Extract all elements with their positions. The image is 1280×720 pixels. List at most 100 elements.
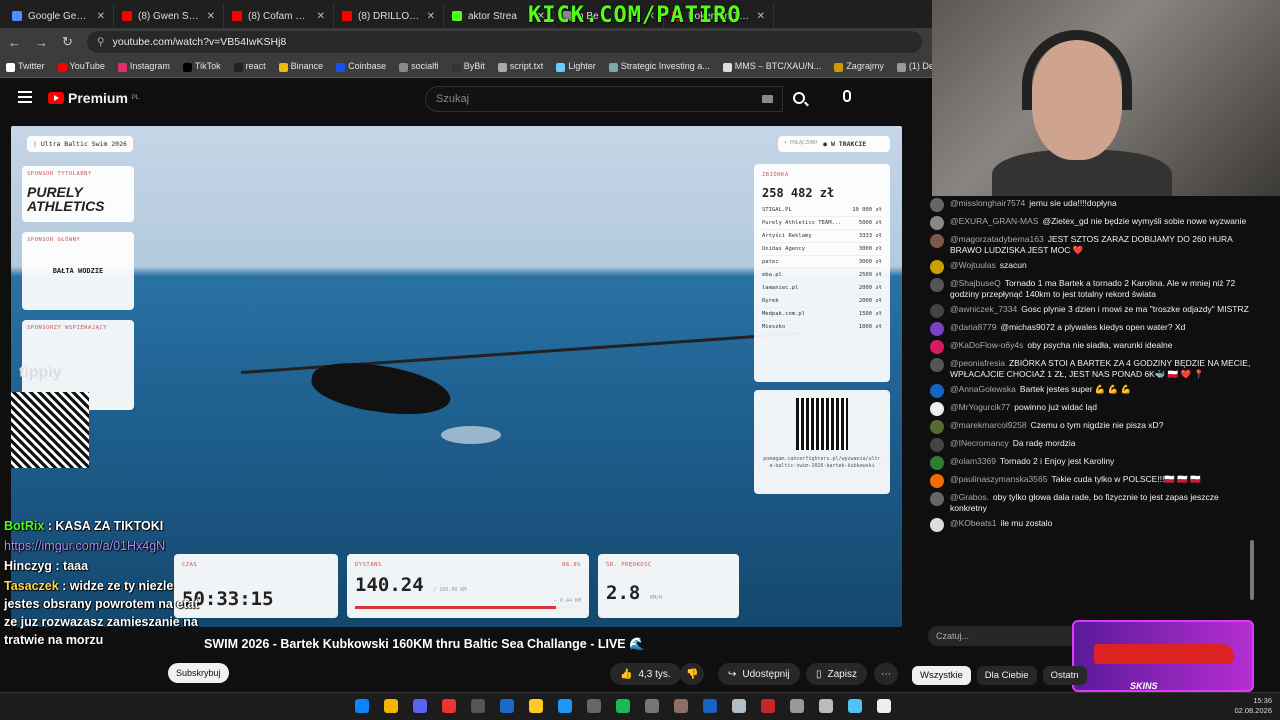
taskbar-app-icon[interactable] bbox=[384, 699, 398, 713]
taskbar-app-icon[interactable] bbox=[442, 699, 456, 713]
chat-avatar[interactable] bbox=[930, 340, 944, 354]
chat-author[interactable]: @magorzatadyberna163 bbox=[950, 234, 1044, 244]
chat-scrollbar[interactable] bbox=[1250, 540, 1254, 600]
tab-close-icon[interactable]: ✕ bbox=[427, 11, 435, 22]
chat-author[interactable]: @AnnaGolewska bbox=[950, 384, 1016, 394]
chat-avatar[interactable] bbox=[930, 420, 944, 434]
tab-close-icon[interactable]: ✕ bbox=[207, 11, 215, 22]
chat-avatar[interactable] bbox=[930, 278, 944, 292]
microphone-icon[interactable] bbox=[843, 90, 851, 102]
chat-author[interactable]: @ShajbuseQ bbox=[950, 278, 1001, 288]
bookmark-item[interactable]: Zagrajmy bbox=[834, 61, 884, 72]
chat-avatar[interactable] bbox=[930, 322, 944, 336]
chat-author[interactable]: @awniczek_7334 bbox=[950, 304, 1017, 314]
taskbar-app-icon[interactable] bbox=[790, 699, 804, 713]
taskbar-app-icon[interactable] bbox=[674, 699, 688, 713]
chat-avatar[interactable] bbox=[930, 358, 944, 372]
chat-author[interactable]: @KaDoFlow-o6y4s bbox=[950, 340, 1023, 350]
chat-author[interactable]: @MrYogurcik77 bbox=[950, 402, 1010, 412]
bookmark-item[interactable]: Lighter bbox=[556, 61, 596, 72]
taskbar-app-icon[interactable] bbox=[587, 699, 601, 713]
chat-avatar[interactable] bbox=[930, 198, 944, 212]
chat-avatar[interactable] bbox=[930, 234, 944, 248]
chat-avatar[interactable] bbox=[930, 384, 944, 398]
bookmark-item[interactable]: Coinbase bbox=[336, 61, 386, 72]
chat-author[interactable]: @olam3369 bbox=[950, 456, 996, 466]
chat-author[interactable]: @daria8779 bbox=[950, 322, 996, 332]
chat-avatar[interactable] bbox=[930, 456, 944, 470]
chat-author[interactable]: @peoniafresia bbox=[950, 358, 1005, 368]
browser-tab[interactable]: Google Gemini ✕ bbox=[4, 4, 114, 28]
chat-author[interactable]: @paulinaszymanska3565 bbox=[950, 474, 1047, 484]
chat-author[interactable]: @marekmarcol9258 bbox=[950, 420, 1027, 430]
reload-icon[interactable]: ↻ bbox=[62, 34, 73, 50]
chat-avatar[interactable] bbox=[930, 260, 944, 274]
taskbar-app-icon[interactable] bbox=[500, 699, 514, 713]
chat-author[interactable]: @EXURA_GRAN-MAS bbox=[950, 216, 1038, 226]
bookmark-item[interactable]: Twitter bbox=[6, 61, 45, 72]
address-bar[interactable]: ⚲ youtube.com/watch?v=VB54IwKSHj8 bbox=[86, 31, 922, 53]
chip-recent[interactable]: Ostatn bbox=[1042, 666, 1087, 685]
bookmark-item[interactable]: socialfi bbox=[399, 61, 439, 72]
back-icon[interactable]: ← bbox=[8, 35, 21, 50]
bookmark-item[interactable]: Binance bbox=[278, 61, 323, 72]
taskbar-app-icon[interactable] bbox=[471, 699, 485, 713]
taskbar-app-icon[interactable] bbox=[703, 699, 717, 713]
dislike-button[interactable]: 👎 bbox=[680, 663, 705, 685]
tab-close-icon[interactable]: ✕ bbox=[757, 11, 765, 22]
taskbar-app-icon[interactable] bbox=[732, 699, 746, 713]
taskbar-app-icon[interactable] bbox=[645, 699, 659, 713]
bookmark-item[interactable]: script.txt bbox=[497, 61, 543, 72]
tab-close-icon[interactable]: ✕ bbox=[317, 11, 325, 22]
subscribe-button[interactable]: Subskrybuj bbox=[168, 663, 229, 683]
promo-knife-banner[interactable] bbox=[1072, 620, 1254, 692]
bookmark-item[interactable]: ByBit bbox=[451, 61, 485, 72]
chat-author[interactable]: @Grabos. bbox=[950, 492, 989, 502]
like-button[interactable]: 👍 4,3 tys. bbox=[610, 663, 681, 685]
share-button[interactable]: ↪ Udostępnij bbox=[718, 663, 800, 685]
chat-avatar[interactable] bbox=[930, 438, 944, 452]
chat-author[interactable]: @Wojtuulas bbox=[950, 260, 996, 270]
youtube-logo[interactable]: Premium PL bbox=[48, 90, 139, 106]
taskbar-app-icon[interactable] bbox=[616, 699, 630, 713]
site-info-icon[interactable]: ⚲ bbox=[97, 36, 105, 48]
chat-avatar[interactable] bbox=[930, 402, 944, 416]
bookmark-item[interactable]: TikTok bbox=[182, 61, 221, 72]
chat-author[interactable]: @misslonghair7574 bbox=[950, 198, 1025, 208]
bookmark-item[interactable]: Instagram bbox=[117, 61, 170, 72]
taskbar-app-icon[interactable] bbox=[848, 699, 862, 713]
bookmark-item[interactable]: (1) DeFi Warhol on... bbox=[896, 61, 932, 72]
save-button[interactable]: ▯ Zapisz bbox=[806, 663, 867, 685]
browser-tab[interactable]: (8) DRILLOWIEC C ✕ bbox=[334, 4, 444, 28]
keyboard-icon[interactable] bbox=[762, 95, 773, 103]
tab-close-icon[interactable]: ✕ bbox=[97, 11, 105, 22]
chat-input[interactable]: Czatuj... bbox=[928, 626, 1078, 646]
search-icon[interactable] bbox=[793, 92, 805, 104]
forward-icon[interactable]: → bbox=[35, 35, 48, 50]
chat-avatar[interactable] bbox=[930, 304, 944, 318]
chat-avatar[interactable] bbox=[930, 474, 944, 488]
hamburger-menu-icon[interactable] bbox=[18, 91, 32, 103]
chip-for-you[interactable]: Dla Ciebie bbox=[976, 666, 1037, 685]
bookmark-item[interactable]: react bbox=[233, 61, 266, 72]
bookmark-item[interactable]: Strategic Investing a... bbox=[608, 61, 710, 72]
search-input[interactable]: Szukaj bbox=[425, 86, 783, 112]
chip-all[interactable]: Wszystkie bbox=[912, 666, 971, 685]
taskbar-app-icon[interactable] bbox=[819, 699, 833, 713]
chat-avatar[interactable] bbox=[930, 216, 944, 230]
taskbar-app-icon[interactable] bbox=[558, 699, 572, 713]
taskbar-app-icon[interactable] bbox=[529, 699, 543, 713]
chat-author[interactable]: @KObeats1 bbox=[950, 518, 996, 528]
chat-author[interactable]: @INecromancy bbox=[950, 438, 1009, 448]
chat-avatar[interactable] bbox=[930, 492, 944, 506]
browser-tab[interactable]: (8) Cofam do tyłu ✕ bbox=[224, 4, 334, 28]
browser-tab[interactable]: (8) Gwen Stefani ✕ bbox=[114, 4, 224, 28]
taskbar-app-icon[interactable] bbox=[413, 699, 427, 713]
bookmark-item[interactable]: YouTube bbox=[57, 61, 105, 72]
bookmark-item[interactable]: MMS – BTC/XAU/N... bbox=[722, 61, 821, 72]
taskbar-app-icon[interactable] bbox=[877, 699, 891, 713]
taskbar-app-icon[interactable] bbox=[355, 699, 369, 713]
chat-avatar[interactable] bbox=[930, 518, 944, 532]
more-actions-button[interactable]: ⋯ bbox=[874, 663, 898, 685]
taskbar-app-icon[interactable] bbox=[761, 699, 775, 713]
